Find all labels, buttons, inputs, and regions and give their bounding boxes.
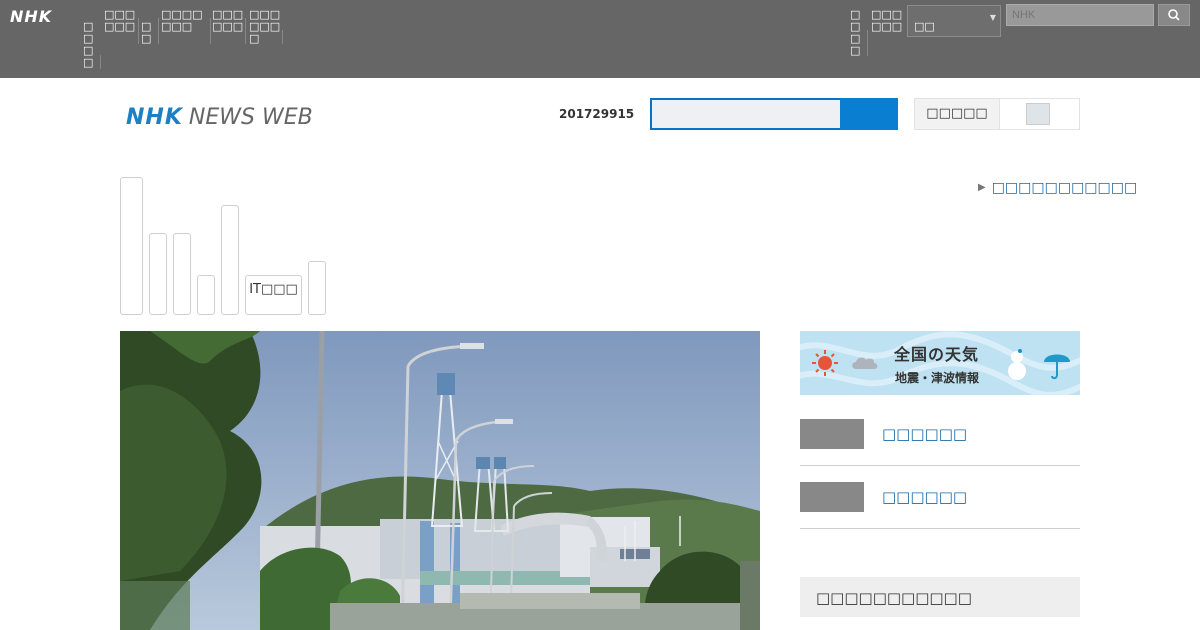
nav-divider — [138, 18, 139, 44]
weather-title: 全国の天気 — [894, 345, 980, 364]
global-nav-item-8[interactable]: □□□□□□ — [871, 9, 905, 33]
news-web-logo[interactable]: NHK NEWS WEB — [126, 105, 313, 135]
news-web-logo-text: NEWS WEB — [188, 105, 313, 130]
news-web-logo-nhk: NHK — [126, 105, 183, 130]
toggle-knob — [1026, 103, 1050, 125]
nhk-global-logo[interactable]: NHK — [10, 7, 52, 26]
umbrella-icon — [1044, 354, 1070, 380]
nav-divider — [100, 55, 101, 69]
global-nav-item-1[interactable]: □□□□ — [83, 21, 99, 69]
news-search-input[interactable] — [650, 98, 842, 130]
side-link-thumbnail — [800, 419, 864, 449]
language-select[interactable]: □□ ▼ — [907, 5, 1001, 37]
side-link-item-1[interactable]: □□□□□□ — [800, 403, 1080, 466]
news-search-button[interactable] — [840, 98, 898, 130]
side-link-label: □□□□□□ — [882, 488, 968, 506]
global-search-input[interactable] — [1006, 4, 1154, 26]
triangle-right-icon: ▶ — [978, 182, 986, 193]
chevron-down-icon: ▼ — [989, 13, 996, 22]
category-tab-2[interactable] — [149, 233, 167, 315]
language-select-value: □□ — [914, 20, 935, 33]
top-story-photo[interactable] — [120, 331, 760, 630]
side-link-thumbnail — [800, 482, 864, 512]
global-nav-item-3[interactable]: □□ — [141, 21, 157, 45]
more-news-link[interactable]: ▶ □□□□□□□□□□□ — [978, 180, 1137, 196]
category-tab-it[interactable]: IT□□□ — [245, 275, 302, 315]
snowman-icon — [1008, 349, 1026, 380]
side-link-item-2[interactable]: □□□□□□ — [800, 466, 1080, 529]
global-header: NHK □□□□ □□□□□□ □□ □□□□□□□ □□□□□□ □□□□□□… — [0, 0, 1200, 78]
side-section-title: □□□□□□□□□□□ — [816, 589, 972, 607]
category-tab-label: IT□□□ — [249, 282, 298, 297]
nav-divider — [867, 30, 868, 56]
category-tab-4[interactable] — [197, 275, 215, 315]
global-nav-item-5[interactable]: □□□□□□ — [212, 9, 246, 33]
power-plant-photo — [120, 331, 760, 630]
toggle-switch[interactable] — [999, 99, 1079, 129]
category-tab-5[interactable] — [221, 205, 239, 315]
global-nav-item-2[interactable]: □□□□□□ — [104, 9, 138, 33]
nav-divider — [245, 18, 246, 44]
more-news-link-label: □□□□□□□□□□□ — [991, 180, 1138, 196]
category-tab-7[interactable] — [308, 261, 326, 315]
weather-banner[interactable]: 全国の天気 地震・津波情報 — [800, 331, 1080, 395]
sun-icon — [812, 350, 838, 376]
search-icon — [1168, 9, 1180, 21]
cloud-icon — [852, 357, 878, 369]
display-toggle[interactable]: □□□□□ — [914, 98, 1080, 130]
date-label: 201729915 — [559, 107, 635, 121]
category-tab-1[interactable] — [120, 177, 143, 315]
category-tab-3[interactable] — [173, 233, 191, 315]
nav-divider — [282, 30, 283, 44]
global-nav-item-7[interactable]: □□□□ — [850, 9, 866, 57]
side-link-label: □□□□□□ — [882, 425, 968, 443]
side-section-header[interactable]: □□□□□□□□□□□ — [800, 577, 1080, 617]
global-nav-item-6[interactable]: □□□□□□□ — [249, 9, 283, 45]
weather-subtitle: 地震・津波情報 — [895, 371, 980, 385]
nav-divider — [210, 18, 211, 44]
nav-divider — [158, 18, 159, 44]
display-toggle-label: □□□□□ — [926, 106, 988, 121]
global-search-button[interactable] — [1158, 4, 1190, 26]
global-nav-item-4[interactable]: □□□□□□□ — [161, 9, 207, 33]
